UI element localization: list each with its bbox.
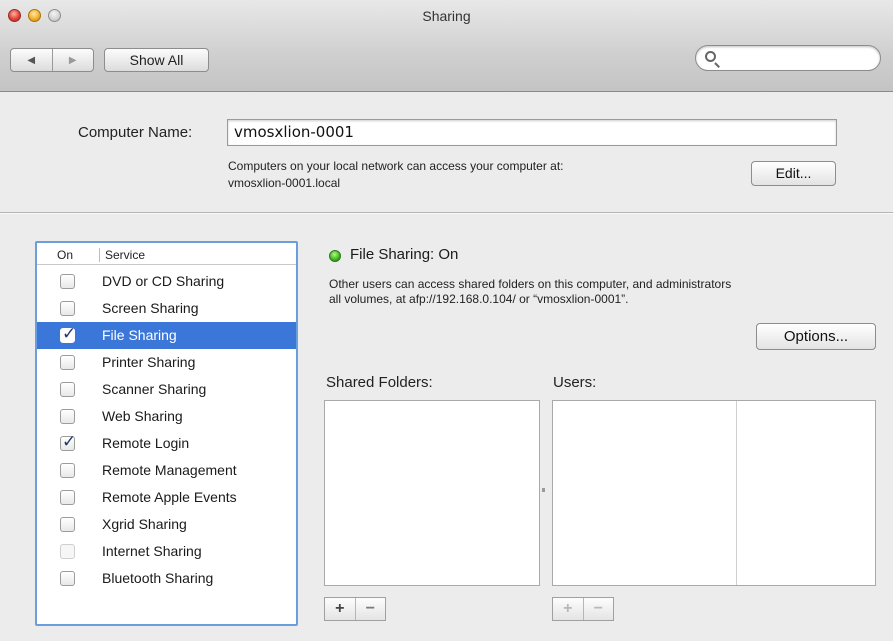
window-toolbar: Sharing ◀ ▶ Show All: [0, 0, 893, 92]
service-label: Web Sharing: [102, 408, 183, 424]
service-status-title: File Sharing: On: [350, 246, 459, 263]
service-label: Xgrid Sharing: [102, 516, 187, 532]
service-label: Internet Sharing: [102, 543, 202, 559]
computer-name-label: Computer Name:: [78, 124, 193, 141]
remove-user-button[interactable]: −: [582, 598, 614, 620]
service-row-bluetooth-sharing[interactable]: Bluetooth Sharing: [37, 565, 296, 592]
service-label: Bluetooth Sharing: [102, 570, 214, 586]
service-label: Scanner Sharing: [102, 381, 207, 397]
search-icon: [705, 51, 716, 62]
shared-folders-list[interactable]: [324, 400, 540, 586]
forward-arrow-icon: ▶: [68, 54, 77, 66]
service-label: Printer Sharing: [102, 354, 196, 370]
service-row-remote-apple-events[interactable]: Remote Apple Events: [37, 484, 296, 511]
service-row-dvd-or-cd-sharing[interactable]: DVD or CD Sharing: [37, 268, 296, 295]
service-row-web-sharing[interactable]: Web Sharing: [37, 403, 296, 430]
search-field[interactable]: [695, 45, 881, 71]
options-button[interactable]: Options...: [756, 323, 876, 350]
service-checkbox[interactable]: [60, 409, 75, 424]
service-checkbox[interactable]: [60, 517, 75, 532]
users-list[interactable]: [552, 400, 876, 586]
service-row-remote-management[interactable]: Remote Management: [37, 457, 296, 484]
edit-hostname-button[interactable]: Edit...: [751, 161, 836, 186]
back-forward-control: ◀ ▶: [10, 48, 94, 72]
remove-shared-folder-button[interactable]: −: [354, 598, 386, 620]
service-row-file-sharing[interactable]: File Sharing: [37, 322, 296, 349]
service-checkbox[interactable]: [60, 571, 75, 586]
service-label: File Sharing: [102, 327, 177, 343]
local-hostname-text: vmosxlion-0001.local: [228, 176, 341, 190]
users-label: Users:: [553, 374, 597, 391]
service-checkbox[interactable]: [60, 490, 75, 505]
section-divider: [0, 212, 893, 213]
service-list-header: On Service: [37, 243, 296, 265]
users-column-divider[interactable]: [736, 401, 737, 585]
service-checkbox: [60, 544, 75, 559]
forward-button[interactable]: ▶: [51, 49, 94, 71]
add-shared-folder-button[interactable]: +: [325, 598, 355, 620]
service-checkbox[interactable]: [60, 274, 75, 289]
column-header-service[interactable]: Service: [99, 248, 145, 262]
service-checkbox[interactable]: [60, 463, 75, 478]
service-label: Remote Apple Events: [102, 489, 237, 505]
users-add-remove: + −: [552, 597, 614, 621]
service-checkbox[interactable]: [60, 432, 76, 452]
service-checkbox[interactable]: [60, 324, 76, 344]
service-checkbox[interactable]: [60, 301, 75, 316]
service-description: Other users can access shared folders on…: [329, 277, 732, 291]
service-list[interactable]: On Service DVD or CD Sharing Screen Shar…: [35, 241, 298, 626]
status-indicator-icon: [329, 250, 341, 262]
shared-folders-label: Shared Folders:: [326, 374, 433, 391]
shared-folders-add-remove: + −: [324, 597, 386, 621]
service-description-address: all volumes, at afp://192.168.0.104/ or …: [329, 292, 629, 306]
service-row-internet-sharing[interactable]: Internet Sharing: [37, 538, 296, 565]
service-checkbox[interactable]: [60, 355, 75, 370]
split-resize-handle[interactable]: [542, 488, 545, 492]
network-access-text: Computers on your local network can acce…: [228, 159, 564, 173]
back-button[interactable]: ◀: [11, 49, 52, 71]
service-label: Remote Management: [102, 462, 237, 478]
service-row-remote-login[interactable]: Remote Login: [37, 430, 296, 457]
service-label: Screen Sharing: [102, 300, 199, 316]
column-header-on[interactable]: On: [57, 248, 73, 262]
service-row-screen-sharing[interactable]: Screen Sharing: [37, 295, 296, 322]
service-row-xgrid-sharing[interactable]: Xgrid Sharing: [37, 511, 296, 538]
service-label: Remote Login: [102, 435, 190, 451]
service-row-printer-sharing[interactable]: Printer Sharing: [37, 349, 296, 376]
service-checkbox[interactable]: [60, 382, 75, 397]
show-all-button[interactable]: Show All: [104, 48, 209, 72]
window-title: Sharing: [422, 8, 471, 24]
back-arrow-icon: ◀: [27, 54, 36, 66]
add-user-button[interactable]: +: [553, 598, 583, 620]
service-row-scanner-sharing[interactable]: Scanner Sharing: [37, 376, 296, 403]
service-label: DVD or CD Sharing: [102, 273, 225, 289]
computer-name-field[interactable]: vmosxlion-0001: [227, 119, 837, 146]
